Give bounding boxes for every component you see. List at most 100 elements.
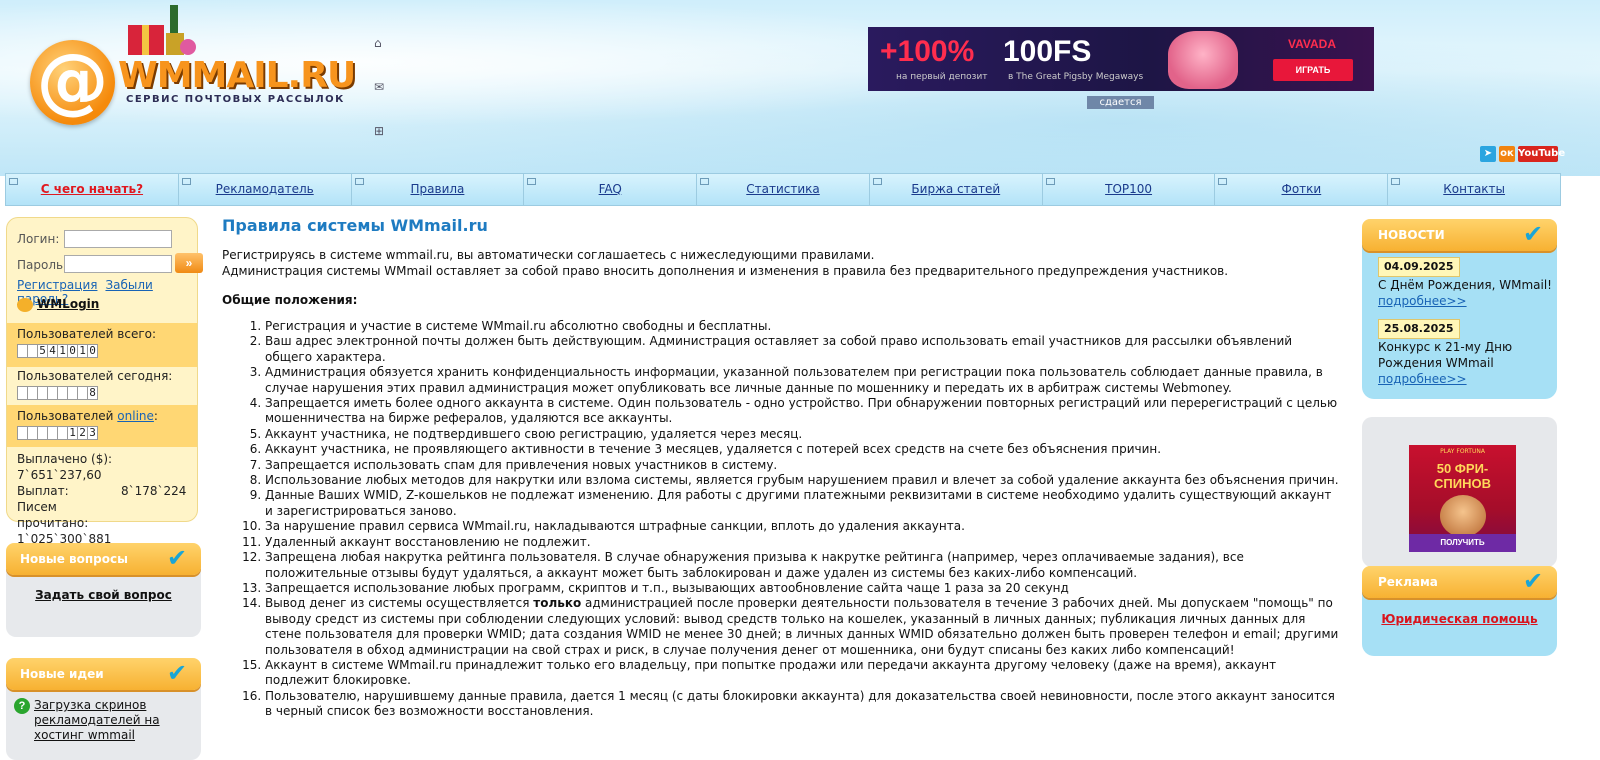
odnoklassniki-icon[interactable]: ок — [1499, 146, 1515, 162]
banner-rent-label[interactable]: сдается — [1087, 96, 1154, 109]
login-label: Логин: — [17, 232, 60, 246]
header: @ WMMAIL.RU СЕРВИС ПОЧТОВЫХ РАССЫЛОК ⌂ ✉… — [0, 0, 1600, 176]
casino-headline: 50 ФРИ-СПИНОВ — [1434, 461, 1491, 491]
stat-today-counter: 8 — [17, 386, 187, 400]
at-sign-icon: @ — [30, 40, 115, 125]
main-nav: С чего начать? Рекламодатель Правила FAQ… — [5, 173, 1561, 206]
news-title-text: НОВОСТИ — [1378, 228, 1445, 242]
gift-icon — [128, 5, 196, 55]
casino-character-image — [1439, 495, 1486, 537]
banner-sub1: на первый депозит — [896, 72, 988, 82]
stat-total-counter: 541010 — [17, 344, 187, 358]
mail-icon[interactable]: ✉ — [374, 80, 390, 124]
rule-item: Пользователю, нарушившему данные правила… — [265, 689, 1342, 720]
nav-top100[interactable]: TOP100 — [1043, 174, 1216, 205]
idea-link[interactable]: Загрузка скринов рекламодателей на хости… — [34, 698, 189, 743]
stat-total-label: Пользователей всего: — [17, 327, 157, 341]
casino-banner-ad[interactable]: PLAY FORTUNA 50 ФРИ-СПИНОВ ПОЛУЧИТЬ — [1409, 445, 1516, 552]
news-item: 25.08.2025 Конкурс к 21-му Дню Рождения … — [1378, 319, 1538, 387]
rule-item: Использование любых методов для накрутки… — [265, 473, 1342, 488]
banner-percent: +100% — [880, 35, 975, 68]
legal-help-link[interactable]: Юридическая помощь — [1362, 612, 1557, 626]
sitemap-icon[interactable]: ⊞ — [374, 124, 390, 168]
paid-value: 7`651`237,60 — [17, 468, 102, 482]
banner-play-button[interactable]: ИГРАТЬ — [1273, 59, 1353, 81]
questions-title: Новые вопросы ✔ — [6, 543, 201, 575]
page-title: Правила системы WMmail.ru — [222, 216, 488, 235]
nav-contacts[interactable]: Контакты — [1388, 174, 1560, 205]
casino-cta[interactable]: ПОЛУЧИТЬ — [1409, 534, 1516, 552]
rule-item: Удаленный аккаунт восстановлению не подл… — [265, 535, 1342, 550]
rule-item: Аккаунт участника, не подтвердившего сво… — [265, 427, 1342, 442]
top-banner-ad[interactable]: +100% 100FS на первый депозит в The Grea… — [868, 27, 1374, 91]
youtube-icon[interactable]: YouTube — [1518, 146, 1565, 162]
ask-question-link[interactable]: Задать свой вопрос — [6, 588, 201, 602]
nav-rules[interactable]: Правила — [352, 174, 525, 205]
rule-item-14: Вывод денег из системы осуществляется то… — [265, 596, 1342, 658]
rule-item: Аккаунт в системе WMmail.ru принадлежит … — [265, 658, 1342, 689]
rule-item: Запрещается использовать спам для привле… — [265, 458, 1342, 473]
rule-item: Аккаунт участника, не проявляющего актив… — [265, 442, 1342, 457]
letters-label: Писем прочитано: — [17, 500, 89, 530]
telegram-icon[interactable]: ➤ — [1480, 146, 1496, 162]
rule-14-pre: Вывод денег из системы осуществляется — [265, 596, 534, 611]
nav-advertiser[interactable]: Рекламодатель — [179, 174, 352, 205]
stat-online: Пользователей online: 123 — [7, 405, 197, 447]
pig-mascot-image — [1168, 31, 1238, 89]
news-date: 25.08.2025 — [1378, 319, 1460, 339]
password-input[interactable] — [64, 255, 172, 273]
payout-totals: Выплачено ($): 7`651`237,60 Выплат: 8`178`… — [17, 451, 197, 547]
home-icon[interactable]: ⌂ — [374, 36, 390, 80]
logo-text: WMMAIL.RU — [118, 55, 356, 96]
logo-slogan: СЕРВИС ПОЧТОВЫХ РАССЫЛОК — [126, 94, 345, 105]
ads-title-text: Реклама — [1378, 575, 1438, 589]
nav-faq[interactable]: FAQ — [524, 174, 698, 205]
rules-list: Регистрация и участие в системе WMmail.r… — [222, 319, 1342, 720]
digit: 3 — [87, 426, 98, 440]
paid-label: Выплачено ($): — [17, 452, 113, 466]
intro-line-2: Администрация системы WMmail оставляет з… — [222, 264, 1229, 278]
login-submit-button[interactable]: » — [175, 253, 203, 273]
section-title: Общие положения: — [222, 293, 358, 307]
nav-photos[interactable]: Фотки — [1215, 174, 1389, 205]
stat-online-label: Пользователей online: — [17, 409, 187, 423]
nav-getting-started[interactable]: С чего начать? — [6, 174, 179, 205]
wmlogin-link[interactable]: WMLogin — [37, 297, 99, 311]
questions-title-text: Новые вопросы — [20, 552, 128, 566]
social-links: ➤ ок YouTube — [1480, 146, 1565, 162]
login-input[interactable] — [64, 230, 172, 248]
idea-item: ? Загрузка скринов рекламодателей на хост… — [14, 698, 194, 743]
rule-item: Запрещается иметь более одного аккаунта … — [265, 396, 1342, 427]
news-title: НОВОСТИ ✔ — [1362, 219, 1557, 251]
news-more-link[interactable]: подробнее>> — [1378, 372, 1467, 386]
check-icon: ✔ — [1523, 567, 1544, 595]
rule-item: Запрещается использование любых программ… — [265, 581, 1342, 596]
news-more-link[interactable]: подробнее>> — [1378, 294, 1467, 308]
ideas-body: ? Загрузка скринов рекламодателей на хост… — [6, 680, 201, 760]
questions-body: Задать свой вопрос — [6, 565, 201, 637]
ads-title: Реклама ✔ — [1362, 566, 1557, 598]
banner-brand: VAVADA — [1288, 37, 1336, 51]
check-icon: ✔ — [1523, 220, 1544, 248]
rule-item: Администрация обязуется хранить конфиден… — [265, 365, 1342, 396]
ideas-title-text: Новые идеи — [20, 667, 104, 681]
register-link[interactable]: Регистрация — [17, 278, 97, 292]
payouts-value: 8`178`224 — [121, 484, 187, 498]
stat-online-suffix: : — [153, 409, 158, 423]
rule-item: Запрещена любая накрутка рейтинга пользо… — [265, 550, 1342, 581]
news-date: 04.09.2025 — [1378, 257, 1460, 277]
check-icon: ✔ — [167, 659, 188, 687]
rule-item: Данные Ваших WMID, Z-кошельков не подлеж… — [265, 488, 1342, 519]
question-icon: ? — [14, 698, 30, 714]
nav-statistics[interactable]: Статистика — [697, 174, 870, 205]
intro-line-1: Регистрируясь в системе wmmail.ru, вы ав… — [222, 248, 875, 262]
rule-item: Регистрация и участие в системе WMmail.r… — [265, 319, 1342, 334]
nav-article-exchange[interactable]: Биржа статей — [870, 174, 1043, 205]
rules-content: Правила системы WMmail.ru Регистрируясь … — [222, 216, 1342, 720]
site-logo[interactable]: @ WMMAIL.RU СЕРВИС ПОЧТОВЫХ РАССЫЛОК — [30, 0, 356, 125]
ads-box: Юридическая помощь Реклама ✔ — [1362, 566, 1557, 656]
online-link[interactable]: online — [117, 409, 154, 423]
news-text: С Днём Рождения, WMmail! — [1378, 278, 1552, 292]
side-banner-box: PLAY FORTUNA 50 ФРИ-СПИНОВ ПОЛУЧИТЬ — [1362, 417, 1557, 567]
stat-total: Пользователей всего: 541010 — [7, 323, 197, 367]
